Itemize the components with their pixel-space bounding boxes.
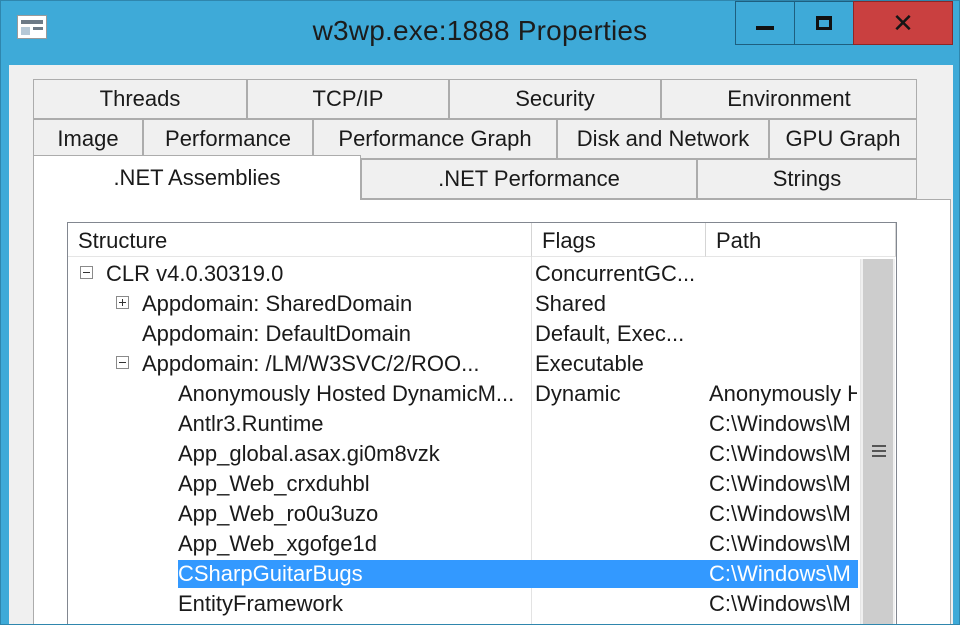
tab-gpu-graph[interactable]: GPU Graph: [769, 119, 917, 159]
tree-row[interactable]: CSharpGuitarBugs C:\Windows\M: [68, 559, 858, 589]
structure-cell: App_Web_xgofge1d: [178, 531, 377, 556]
tree-row[interactable]: Appdomain: DefaultDomain Default, Exec...: [68, 319, 858, 349]
tab-net-assemblies[interactable]: .NET Assemblies: [33, 155, 361, 200]
minimize-button[interactable]: [735, 1, 795, 45]
close-icon: ✕: [892, 8, 914, 38]
structure-cell: CSharpGuitarBugs: [178, 561, 363, 586]
tab-threads[interactable]: Threads: [33, 79, 247, 119]
path-cell: C:\Windows\M: [709, 501, 851, 526]
path-cell: Anonymously H: [709, 381, 857, 406]
scrollbar-grip-icon: [872, 445, 886, 460]
structure-cell: EntityFramework: [178, 591, 344, 616]
structure-cell: Appdomain: /LM/W3SVC/2/ROO...: [142, 351, 480, 376]
tab-disk-and-network[interactable]: Disk and Network: [557, 119, 769, 159]
tab-content-net-assemblies: Structure Flags Path CLR v4.0.30319.0 Con…: [33, 199, 951, 624]
scrollbar-thumb[interactable]: [863, 259, 893, 624]
structure-cell: Anonymously Hosted DynamicM...: [178, 381, 515, 406]
tree-row[interactable]: App_Web_crxduhbl C:\Windows\M: [68, 469, 858, 499]
structure-cell: App_Web_ro0u3uzo: [178, 501, 379, 526]
column-header-flags[interactable]: Flags: [532, 223, 706, 257]
maximize-icon: [816, 16, 832, 30]
column-header-structure[interactable]: Structure: [68, 223, 532, 257]
collapse-minus-icon[interactable]: [80, 266, 93, 279]
column-header-path[interactable]: Path: [706, 223, 896, 257]
maximize-button[interactable]: [794, 1, 854, 45]
flags-cell: Dynamic: [535, 381, 621, 406]
collapse-minus-icon[interactable]: [116, 356, 129, 369]
tree-row[interactable]: Appdomain: /LM/W3SVC/2/ROO... Executable: [68, 349, 858, 379]
tree-row[interactable]: App_Web_xgofge1d C:\Windows\M: [68, 529, 858, 559]
flags-cell: Default, Exec...: [535, 321, 685, 346]
path-cell: C:\Windows\M: [709, 411, 851, 436]
tree-row[interactable]: Appdomain: SharedDomain Shared: [68, 289, 858, 319]
structure-cell: Appdomain: DefaultDomain: [142, 321, 412, 346]
tree-row[interactable]: CLR v4.0.30319.0 ConcurrentGC...: [68, 259, 858, 289]
assemblies-tree-list[interactable]: Structure Flags Path CLR v4.0.30319.0 Con…: [67, 222, 897, 624]
properties-window: w3wp.exe:1888 Properties ✕ Threads TCP/I…: [0, 0, 960, 625]
expand-plus-icon[interactable]: [116, 296, 129, 309]
path-cell: C:\Windows\M: [709, 471, 851, 496]
structure-cell: CLR v4.0.30319.0: [106, 261, 284, 286]
tab-environment[interactable]: Environment: [661, 79, 917, 119]
flags-cell: Executable: [535, 351, 644, 376]
flags-cell: Shared: [535, 291, 606, 316]
path-cell: C:\Windows\M: [709, 591, 851, 616]
tree-row[interactable]: Antlr3.Runtime C:\Windows\M: [68, 409, 858, 439]
tab-image[interactable]: Image: [33, 119, 143, 159]
close-button[interactable]: ✕: [853, 1, 953, 45]
structure-cell: Antlr3.Runtime: [178, 411, 324, 436]
structure-cell: App_Web_crxduhbl: [178, 471, 370, 496]
tree-row[interactable]: EntityFramework C:\Windows\M: [68, 589, 858, 619]
tree-row[interactable]: App_Web_ro0u3uzo C:\Windows\M: [68, 499, 858, 529]
path-cell: C:\Windows\M: [709, 531, 851, 556]
tree-row[interactable]: App_global.asax.gi0m8vzk C:\Windows\M: [68, 439, 858, 469]
vertical-scrollbar[interactable]: [860, 259, 895, 624]
tab-performance-graph[interactable]: Performance Graph: [313, 119, 557, 159]
tab-tcp-ip[interactable]: TCP/IP: [247, 79, 449, 119]
tab-security[interactable]: Security: [449, 79, 661, 119]
tree-row[interactable]: Anonymously Hosted DynamicM... Dynamic Ano…: [68, 379, 858, 409]
path-cell: C:\Windows\M: [709, 441, 851, 466]
dialog-client-area: Threads TCP/IP Security Environment Imag…: [9, 65, 953, 624]
minimize-icon: [756, 26, 774, 30]
title-bar[interactable]: w3wp.exe:1888 Properties ✕: [1, 1, 959, 59]
tab-net-performance[interactable]: .NET Performance: [361, 159, 697, 199]
tab-strings[interactable]: Strings: [697, 159, 917, 199]
structure-cell: Appdomain: SharedDomain: [142, 291, 413, 316]
path-cell: C:\Windows\M: [709, 561, 851, 586]
structure-cell: App_global.asax.gi0m8vzk: [178, 441, 440, 466]
flags-cell: ConcurrentGC...: [535, 261, 696, 286]
tab-performance[interactable]: Performance: [143, 119, 313, 159]
